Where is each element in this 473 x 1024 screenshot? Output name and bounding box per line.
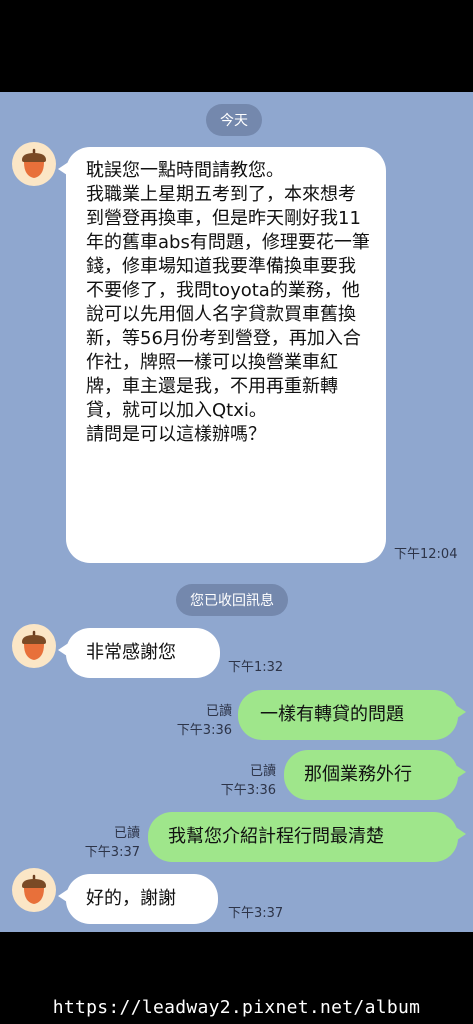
- message-time: 下午3:36: [220, 783, 276, 798]
- message-time: 下午3:37: [228, 906, 284, 921]
- message-time: 下午3:36: [176, 723, 232, 738]
- message-text: 我幫您介紹計程行問最清楚: [168, 826, 384, 847]
- avatar[interactable]: [12, 624, 56, 668]
- message-text: 一樣有轉貸的問題: [260, 704, 404, 725]
- avatar[interactable]: [12, 142, 56, 186]
- read-receipt: 已讀: [205, 704, 232, 719]
- acorn-icon: [22, 874, 46, 904]
- message-bubble[interactable]: 非常感謝您: [58, 628, 220, 678]
- message-bubble[interactable]: 一樣有轉貸的問題: [238, 690, 466, 740]
- message-bubble[interactable]: 那個業務外行: [284, 750, 466, 800]
- recalled-notice: 您已收回訊息: [176, 584, 288, 616]
- message-meta: 已讀 下午3:37: [74, 822, 140, 860]
- message-text: 那個業務外行: [304, 764, 412, 785]
- watermark-url: https://leadway2.pixnet.net/album: [52, 997, 421, 1018]
- message-meta: 已讀 下午3:36: [166, 700, 232, 738]
- read-receipt: 已讀: [249, 764, 276, 779]
- chat-area[interactable]: 今天 耽誤您一點時間請教您。 我職業上星期五考到了，本來想考到營登再換車，但是昨…: [0, 92, 473, 932]
- message-bubble[interactable]: 好的，謝謝: [58, 874, 218, 924]
- message-bubble[interactable]: 我幫您介紹計程行問最清楚: [148, 812, 466, 862]
- avatar[interactable]: [12, 868, 56, 912]
- message-time: 下午3:37: [84, 845, 140, 860]
- message-text: 好的，謝謝: [86, 888, 176, 909]
- top-black-bar: [0, 0, 473, 92]
- acorn-icon: [22, 148, 46, 178]
- bottom-black-bar: https://leadway2.pixnet.net/album: [0, 932, 473, 1024]
- message-time: 下午12:04: [394, 547, 458, 562]
- message-bubble[interactable]: 耽誤您一點時間請教您。 我職業上星期五考到了，本來想考到營登再換車，但是昨天剛好…: [58, 147, 386, 563]
- read-receipt: 已讀: [113, 826, 140, 841]
- message-meta: 已讀 下午3:36: [210, 760, 276, 798]
- date-divider: 今天: [206, 104, 262, 136]
- message-time: 下午1:32: [228, 660, 284, 675]
- message-text: 非常感謝您: [86, 642, 176, 663]
- message-text: 耽誤您一點時間請教您。 我職業上星期五考到了，本來想考到營登再換車，但是昨天剛好…: [86, 160, 370, 445]
- acorn-icon: [22, 630, 46, 660]
